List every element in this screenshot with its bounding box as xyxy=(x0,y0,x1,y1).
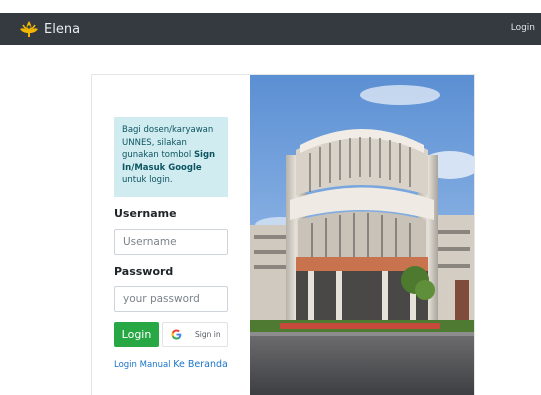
top-navbar: Elena Login xyxy=(0,13,541,45)
campus-building-image xyxy=(250,75,474,395)
google-sign-in-label: Sign in xyxy=(195,330,221,339)
google-sign-in-button[interactable]: Sign in xyxy=(162,322,228,347)
password-label: Password xyxy=(114,265,174,278)
username-label: Username xyxy=(114,207,177,220)
login-card: Bagi dosen/karyawan UNNES, silakan gunak… xyxy=(91,74,475,395)
google-g-icon xyxy=(171,329,182,340)
login-button[interactable]: Login xyxy=(114,322,159,347)
home-link[interactable]: Ke Beranda xyxy=(173,359,228,370)
info-text-after: untuk login. xyxy=(122,175,173,185)
password-input[interactable] xyxy=(114,286,228,312)
login-form: Bagi dosen/karyawan UNNES, silakan gunak… xyxy=(92,75,250,395)
username-input[interactable] xyxy=(114,229,228,255)
bottom-links: Login Manual Ke Beranda xyxy=(114,359,228,370)
unnes-logo-icon xyxy=(20,21,38,37)
login-manual-link[interactable]: Login Manual xyxy=(114,360,171,370)
info-alert: Bagi dosen/karyawan UNNES, silakan gunak… xyxy=(114,117,228,197)
navbar-login-link[interactable]: Login xyxy=(511,23,535,33)
navbar-brand[interactable]: Elena xyxy=(19,19,80,39)
brand-name: Elena xyxy=(44,21,81,37)
campus-building-photo xyxy=(250,75,474,395)
